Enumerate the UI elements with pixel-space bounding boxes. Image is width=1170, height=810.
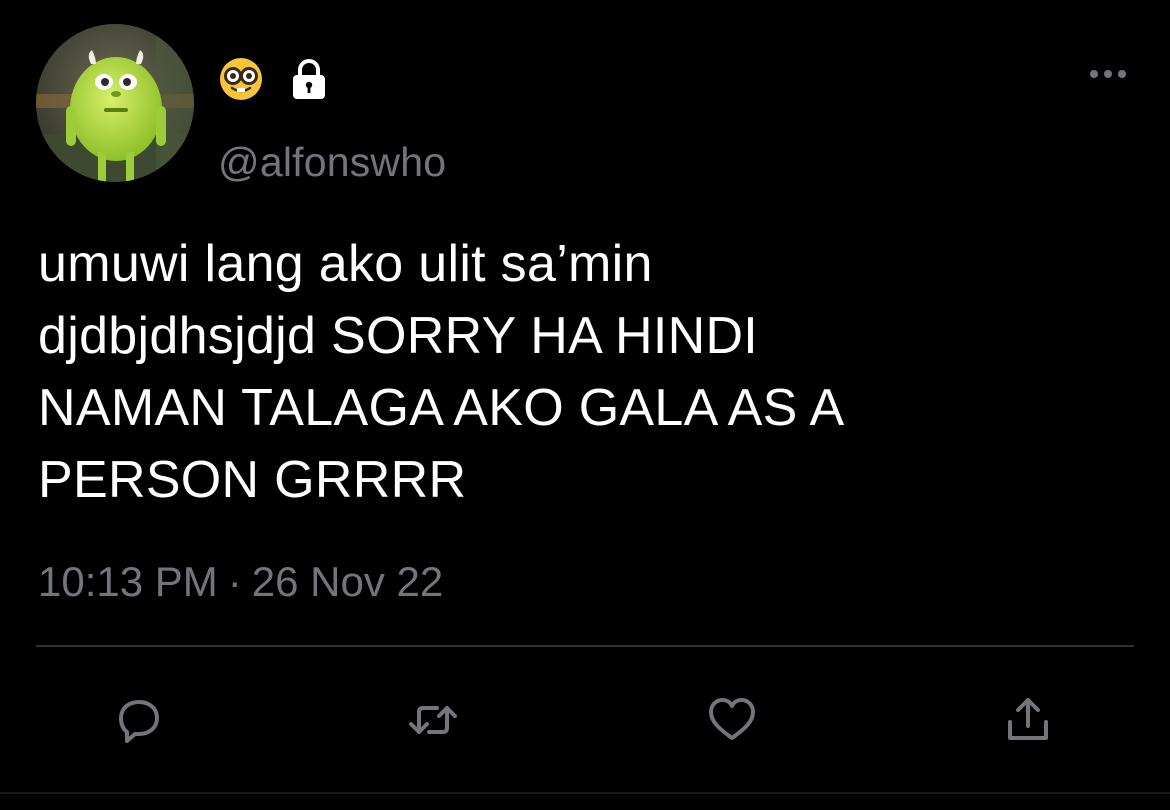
tweet-timestamp[interactable]: 10:13 PM · 26 Nov 22 [38,556,443,608]
bottom-border [0,792,1170,794]
like-button[interactable] [700,688,764,752]
user-handle[interactable]: @alfonswho [218,138,446,186]
retweet-button[interactable] [401,688,465,752]
tweet-time: 10:13 PM [38,558,218,605]
divider [36,645,1134,647]
retweet-icon [409,706,457,734]
avatar-image [36,24,194,182]
tweet-card: @alfonswho umuwi lang ako ulit sa’min dj… [0,0,1170,810]
tweet-text: umuwi lang ako ulit sa’min djdbjdhsjdjd … [38,235,845,509]
display-name-row [218,55,332,103]
like-icon [709,698,755,740]
avatar[interactable] [36,24,194,182]
more-options-button[interactable] [1084,58,1132,90]
reply-icon [119,700,159,743]
share-icon [1008,698,1048,740]
meta-separator: · [227,558,242,605]
nerd-face-emoji-icon [220,58,262,100]
lock-icon [293,59,325,99]
reply-button[interactable] [107,688,171,752]
more-icon [1090,70,1126,78]
tweet-date: 26 Nov 22 [251,558,444,605]
share-button[interactable] [996,688,1060,752]
action-bar [0,680,1170,760]
